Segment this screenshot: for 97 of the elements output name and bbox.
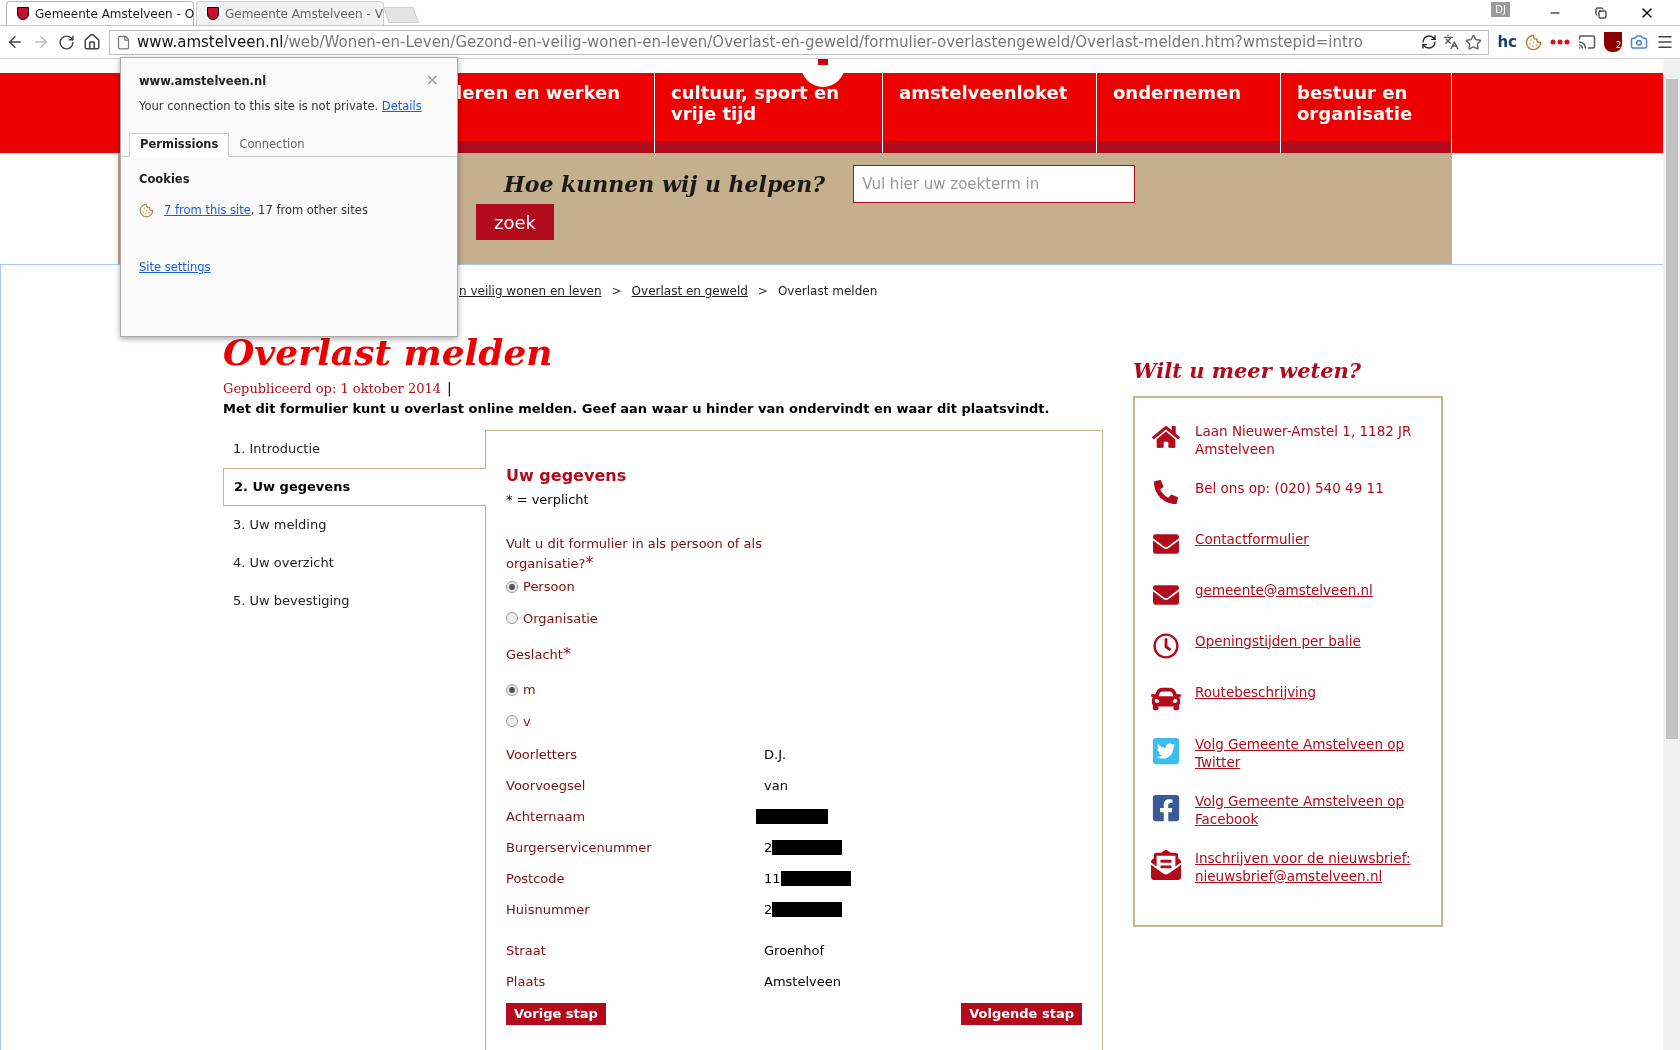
intro-text: Met dit formulier kunt u overlast online melden. Geef aan waar u hinder van ondervindt en waar dit plaatsvindt. <box>223 400 1051 418</box>
radio-label: Persoon <box>523 578 575 596</box>
search-button[interactable]: zoek <box>476 204 554 240</box>
field-value: 2 <box>764 838 773 857</box>
connection-message: Your connection to this site is not private. Details <box>138 98 423 116</box>
popup-tab[interactable]: Permissions <box>129 132 230 157</box>
field-value: 11 <box>764 869 781 888</box>
question-label: Geslacht* <box>506 644 572 664</box>
phone-icon <box>1151 479 1181 504</box>
clock-icon <box>1151 632 1181 659</box>
field-label: Voorletters <box>506 745 579 764</box>
breadcrumb-separator: > <box>611 283 622 300</box>
published-date: Gepubliceerd op: 1 oktober 2014 <box>223 379 441 398</box>
step-link[interactable]: 1. Introductie <box>223 429 485 468</box>
nav-link[interactable]: ondernemen <box>1097 73 1281 153</box>
cookies-link[interactable]: 7 from this site <box>164 202 251 217</box>
details-link[interactable]: Details <box>381 99 422 114</box>
tab-title: Gemeente Amstelveen - V <box>225 5 383 23</box>
breadcrumb-current: Overlast melden <box>777 283 878 300</box>
nav-link[interactable]: amstelveenloket <box>883 73 1097 153</box>
letter-f-icon <box>1151 792 1181 823</box>
field-value: Amstelveen <box>764 972 841 991</box>
breadcrumb-separator: > <box>757 283 768 300</box>
contact-link[interactable]: Inschrijven voor de nieuwsbrief: nieuwsbrief@amstelveen.nl <box>1195 848 1425 885</box>
radio-label: Organisatie <box>523 609 598 628</box>
field-label: Postcode <box>506 869 566 888</box>
previous-step-button[interactable]: Vorige stap <box>506 1003 606 1025</box>
search-field[interactable]: Vul hier uw zoekterm in <box>853 165 1136 203</box>
radio-label: v <box>523 712 531 731</box>
radio-button[interactable] <box>506 580 518 593</box>
contact-text: Bel ons op: (020) 540 49 11 <box>1195 478 1384 497</box>
field-label: Burgerservicenummer <box>506 838 653 857</box>
next-step-button[interactable]: Volgende stap <box>961 1003 1082 1025</box>
popup-tab[interactable]: Connection <box>229 132 315 157</box>
question-label: Vult u dit formulier in als persoon of als organisatie?* <box>506 535 763 573</box>
radio-button[interactable] <box>506 683 518 696</box>
reload-icon[interactable] <box>58 33 75 51</box>
radio-label: m <box>523 681 536 699</box>
cookie-icon <box>139 202 154 218</box>
contact-link[interactable]: Volg Gemeente Amstelveen op Facebook <box>1195 791 1425 828</box>
cookies-heading: Cookies <box>138 170 191 188</box>
step-link[interactable]: 4. Uw overzicht <box>223 543 485 582</box>
browser-tab[interactable]: Gemeente Amstelveen - V <box>196 1 384 25</box>
breadcrumb-link[interactable]: n veilig wonen en leven <box>459 282 602 300</box>
cast-icon[interactable] <box>1578 33 1596 51</box>
open-envelope-icon <box>1151 849 1181 880</box>
page-title: Overlast melden <box>223 332 554 372</box>
step-link[interactable]: 2. Uw gegevens <box>223 467 486 506</box>
step-link[interactable]: 3. Uw melding <box>223 505 485 544</box>
field-label: Straat <box>506 941 547 960</box>
translate-icon[interactable] <box>1443 34 1460 50</box>
field-label: Plaats <box>506 972 547 991</box>
text-cursor: | <box>447 379 452 399</box>
field-label: Huisnummer <box>506 900 591 919</box>
breadcrumb-link[interactable]: Overlast en geweld <box>631 282 748 300</box>
contact-link[interactable]: Volg Gemeente Amstelveen op Twitter <box>1195 734 1425 771</box>
contact-link[interactable]: Routebeschrijving <box>1195 682 1316 701</box>
contact-link[interactable]: Contactformulier <box>1195 529 1309 548</box>
back-icon[interactable] <box>6 33 24 51</box>
extension-shield-button[interactable]: 2 <box>1604 32 1622 52</box>
contact-link[interactable]: Openingstijden per balie <box>1195 631 1361 650</box>
field-value: Groenhof <box>764 941 825 960</box>
extension-label[interactable]: hc <box>1497 30 1517 54</box>
contact-heading: Wilt u meer weten? <box>1133 357 1363 385</box>
url-text: www.amstelveen.nl/web/Wonen-en-Leven/Gezond-en-veilig-wonen-en-leven/Overlast-en-geweld/formulier-overlastengeweld/Overlast-melden.htm?wmstepid=intro <box>137 31 1363 53</box>
browser-tab[interactable]: Gemeente Amstelveen - O <box>6 1 194 25</box>
page-icon <box>116 34 131 50</box>
site-settings-link[interactable]: Site settings <box>121 259 229 277</box>
menu-icon[interactable] <box>1656 33 1674 51</box>
required-legend: * = verplicht <box>506 489 1102 509</box>
search-heading: Hoe kunnen wij u helpen? <box>504 169 826 199</box>
home-icon[interactable] <box>83 33 101 51</box>
tab-title: Gemeente Amstelveen - O <box>35 5 195 23</box>
field-value: van <box>764 776 788 795</box>
field-label: Achternaam <box>506 807 587 826</box>
field-label: Voorvoegsel <box>506 776 587 795</box>
step-link[interactable]: 5. Uw bevestiging <box>223 581 485 620</box>
field-value: D.J. <box>764 745 787 764</box>
cookies-summary: 7 from this site, 17 from other sites <box>164 201 368 219</box>
shield-favicon-icon <box>17 7 29 20</box>
field-value: 2 <box>764 900 773 919</box>
refresh-icon[interactable] <box>1421 34 1438 50</box>
form-title: Uw gegevens <box>506 464 628 487</box>
dots-icon[interactable] <box>1550 39 1570 45</box>
contact-link[interactable]: gemeente@amstelveen.nl <box>1195 580 1373 599</box>
star-icon[interactable] <box>1465 33 1483 51</box>
cookie-icon[interactable] <box>1525 33 1542 51</box>
nav-link[interactable]: cultuur, sport en vrije tijd <box>655 73 883 153</box>
nav-link[interactable]: bestuur en organisatie <box>1281 73 1452 153</box>
radio-button[interactable] <box>506 612 518 625</box>
shield-favicon-icon <box>207 7 219 20</box>
address-bar[interactable]: www.amstelveen.nl/web/Wonen-en-Leven/Gezond-en-veilig-wonen-en-leven/Overlast-en-geweld/formulier-overlastengeweld/Overlast-melden.htm?wmstepid=intro <box>109 29 1490 55</box>
radio-button[interactable] <box>506 715 518 728</box>
camera-icon[interactable] <box>1630 33 1648 51</box>
bird-icon <box>1151 735 1181 766</box>
contact-text: Laan Nieuwer-Amstel 1, 1182 JR Amstelveen <box>1195 421 1413 458</box>
popup-host: www.amstelveen.nl <box>139 73 267 90</box>
